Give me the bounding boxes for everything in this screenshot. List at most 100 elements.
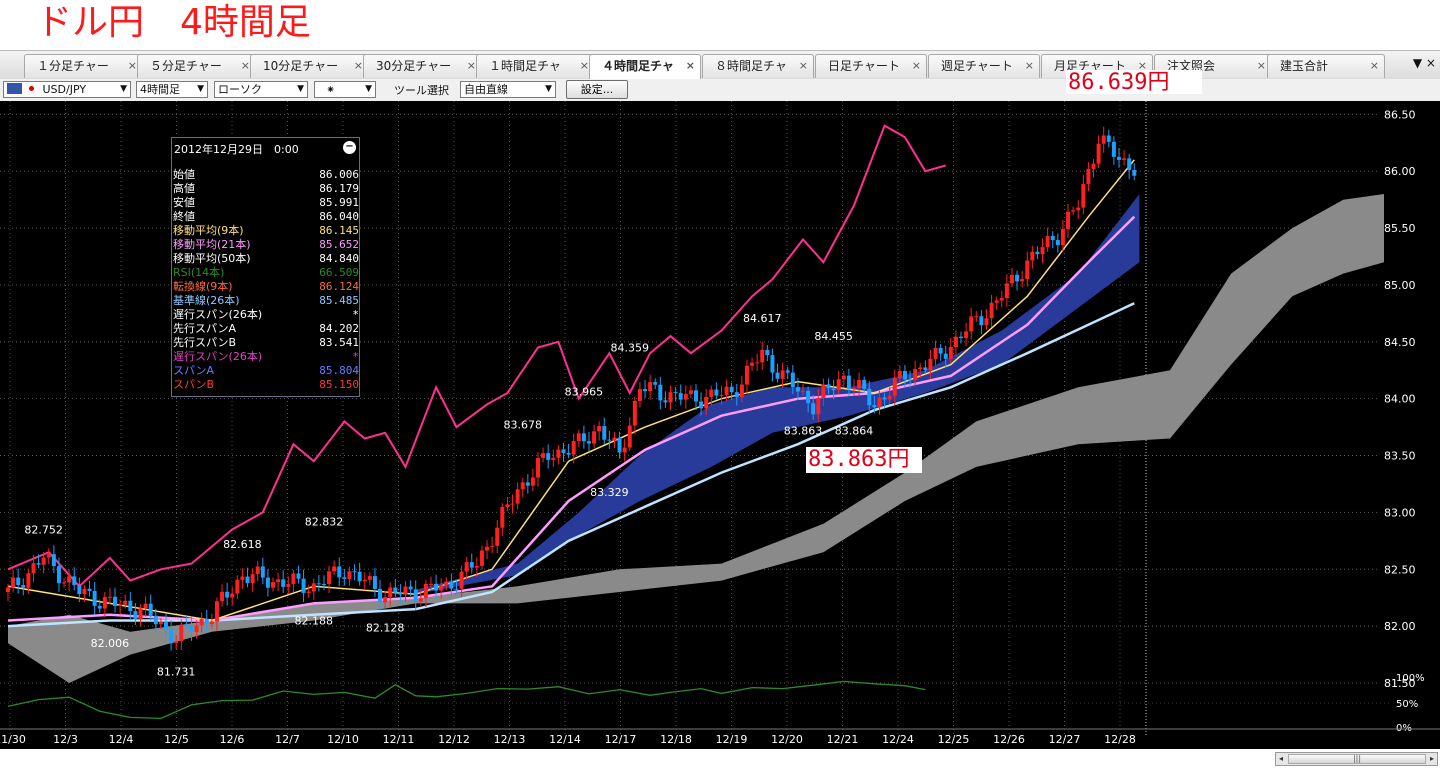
scroll-right-icon[interactable]: ▸ <box>1427 753 1437 765</box>
ohlc-info-panel: 2012年12月29日 0:00 − 始値 86.006 高値 86.179 安値 85.… <box>171 137 360 397</box>
candle-body <box>31 563 36 574</box>
candle-body <box>220 591 225 602</box>
info-label: 遅行スパン(26本) <box>173 308 263 321</box>
tab-1[interactable]: ５分足チャー × <box>137 54 256 78</box>
scroll-left-icon[interactable]: ◂ <box>1276 753 1286 765</box>
tab-6[interactable]: ８時間足チャ × <box>702 54 814 78</box>
candle-body <box>821 384 826 399</box>
candle-body <box>1040 247 1045 255</box>
close-icon[interactable]: × <box>128 55 137 77</box>
info-label: 先行スパンA <box>173 322 237 335</box>
candle-body <box>617 437 622 453</box>
candle-body <box>265 577 270 588</box>
candle-body <box>586 441 591 444</box>
x-tick-label: 12/18 <box>660 733 692 746</box>
candle-body <box>209 621 214 625</box>
close-icon[interactable]: × <box>467 55 476 77</box>
info-value: 66.509 <box>319 266 359 279</box>
candle-body <box>989 302 994 319</box>
candle-body <box>1015 274 1020 282</box>
candle-body <box>62 582 67 584</box>
candle-body <box>474 565 479 568</box>
chart-type-select[interactable]: ローソク ▼ <box>214 81 308 98</box>
minimize-icon[interactable]: − <box>343 141 356 154</box>
close-icon[interactable]: × <box>1257 55 1266 77</box>
candle-body <box>969 316 974 332</box>
tab-2[interactable]: 10分足チャー × <box>250 54 369 78</box>
y-tick-label: 85.50 <box>1384 222 1416 235</box>
candle-body <box>643 389 648 392</box>
drawing-tool-select[interactable]: ⁕ ▼ <box>314 81 376 98</box>
currency-pair-select[interactable]: USD/JPY ▼ <box>3 81 131 98</box>
tab-8[interactable]: 週足チャート × <box>928 54 1040 78</box>
close-icon[interactable]: × <box>686 55 695 77</box>
x-tick-label: 12/12 <box>438 733 470 746</box>
currency-pair-value: USD/JPY <box>42 83 87 96</box>
x-tick-label: 12/26 <box>993 733 1025 746</box>
candle-body <box>444 581 449 586</box>
candle-body <box>887 395 892 400</box>
candle-body <box>11 577 16 588</box>
close-icon[interactable]: × <box>799 55 808 77</box>
tab-0[interactable]: １分足チャー × <box>24 54 143 78</box>
info-label: 始値 <box>173 168 195 181</box>
candle-body <box>994 300 999 303</box>
candle-body <box>423 583 428 599</box>
candle-body <box>408 586 413 590</box>
candle-body <box>128 600 133 612</box>
close-icon[interactable]: × <box>1370 55 1379 77</box>
candle-body <box>857 379 862 389</box>
tab-7[interactable]: 日足チャート × <box>815 54 927 78</box>
price-label: 81.731 <box>157 666 196 679</box>
tab-11[interactable]: 建玉合計 × <box>1267 54 1385 78</box>
candle-body <box>301 578 306 593</box>
close-icon[interactable]: × <box>912 55 921 77</box>
candle-body <box>530 477 535 486</box>
candle-body <box>551 457 556 460</box>
settings-button[interactable]: 設定... <box>566 80 628 99</box>
tab-3[interactable]: 30分足チャー × <box>363 54 482 78</box>
candle-body <box>536 458 541 478</box>
candle-body <box>77 584 82 595</box>
candle-body <box>41 557 46 565</box>
tab-4[interactable]: １時間足チャ × <box>476 54 595 78</box>
candle-body <box>1096 143 1101 164</box>
tab-label: ５分足チャー <box>150 59 222 73</box>
candle-body <box>1106 135 1111 142</box>
scroll-thumb[interactable]: ||| <box>1288 754 1426 764</box>
close-icon[interactable]: × <box>580 55 589 77</box>
close-icon[interactable]: × <box>354 55 363 77</box>
candle-body <box>979 316 984 326</box>
candle-body <box>525 482 530 486</box>
tab-label: 建玉合計 <box>1280 59 1329 73</box>
tab-controls[interactable]: ▼ × <box>1413 56 1436 70</box>
price-label: 82.832 <box>305 515 344 528</box>
candle-body <box>1132 169 1137 176</box>
close-icon[interactable]: × <box>241 55 250 77</box>
candle-body <box>255 566 260 575</box>
y-tick-label: 83.50 <box>1384 450 1416 463</box>
x-tick-label: 12/14 <box>549 733 581 746</box>
line-tool-select[interactable]: 自由直線 ▼ <box>460 81 556 98</box>
info-value: 86.040 <box>319 210 359 223</box>
info-row: 終値 86.040 <box>173 210 359 224</box>
info-label: 終値 <box>173 210 195 223</box>
crosshair-icon: ⁕ <box>326 83 336 96</box>
candle-body <box>770 355 775 373</box>
timeframe-value: 4時間足 <box>140 83 180 96</box>
candle-body <box>505 504 510 507</box>
candle-body <box>316 583 321 585</box>
timeframe-select[interactable]: 4時間足 ▼ <box>136 81 208 98</box>
candle-body <box>321 584 326 586</box>
candle-body <box>648 382 653 392</box>
candle-body <box>602 426 607 440</box>
candle-body <box>546 453 551 460</box>
info-label: 高値 <box>173 182 195 195</box>
candle-body <box>938 347 943 354</box>
candle-body <box>6 587 10 593</box>
tab-5[interactable]: ４時間足チャ × <box>589 54 701 80</box>
info-row: 移動平均(50本) 84.840 <box>173 252 359 266</box>
close-icon[interactable]: × <box>1025 55 1034 77</box>
info-label: 転換線(9本) <box>173 280 233 293</box>
chart-scrollbar[interactable]: ◂ ||| ▸ <box>1275 752 1438 766</box>
